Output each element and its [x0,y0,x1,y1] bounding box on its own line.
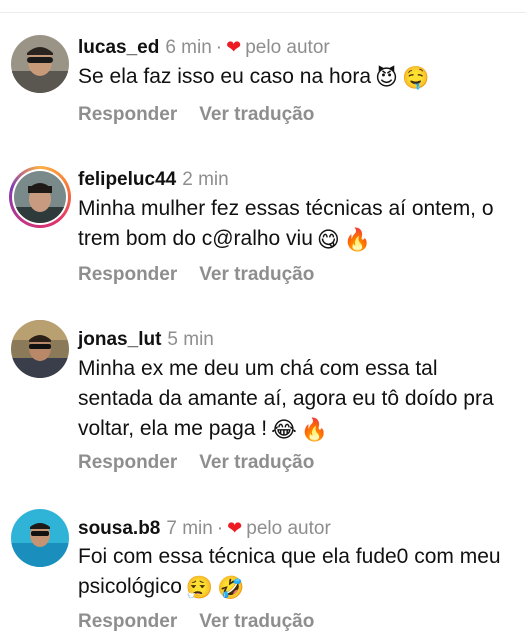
comment-time: 2 min [182,169,229,190]
see-translation-button[interactable]: Ver tradução [199,264,314,285]
heart-icon: ❤ [227,518,243,538]
fire-emoji-icon: 🔥 [300,417,329,442]
reply-button[interactable]: Responder [78,611,177,632]
exhaling-face-emoji-icon: 😮‍💨 [185,575,214,600]
avatar[interactable] [11,35,69,93]
avatar[interactable] [11,320,69,378]
username[interactable]: felipeluc44 [78,169,176,190]
comment-time: 6 min [165,37,212,58]
liked-by-author-label: pelo autor [245,37,330,58]
rolling-laughing-emoji-icon: 🤣 [217,575,245,600]
comment-text-block: Se ela faz isso eu caso na hora 😈 🤤 [78,62,518,92]
comment-text: Minha mulher fez essas técnicas aí ontem… [78,197,494,250]
heart-icon: ❤ [226,37,242,57]
story-ring[interactable] [9,166,71,228]
username[interactable]: lucas_ed [78,37,159,58]
avatar[interactable] [11,509,69,567]
avatar[interactable] [14,171,66,223]
see-translation-button[interactable]: Ver tradução [199,611,314,632]
drooling-face-emoji-icon: 🤤 [401,65,430,90]
liked-by-author-label: pelo autor [246,518,331,539]
comment-text-block: Minha mulher fez essas técnicas aí ontem… [78,194,518,254]
username[interactable]: jonas_lut [78,329,161,350]
comment-time: 5 min [167,329,214,350]
comment-text: Se ela faz isso eu caso na hora [78,65,372,88]
comment-text-block: Foi com essa técnica que ela fude0 com m… [78,542,518,602]
tears-of-joy-emoji-icon: 😂 [271,417,297,442]
comment-text: Foi com essa técnica que ela fude0 com m… [78,545,501,598]
see-translation-button[interactable]: Ver tradução [199,452,314,473]
separator-dot: · [216,518,224,539]
reply-button[interactable]: Responder [78,264,177,285]
reply-button[interactable]: Responder [78,452,177,473]
comment-time: 7 min [166,518,213,539]
reply-button[interactable]: Responder [78,104,177,125]
see-translation-button[interactable]: Ver tradução [199,104,314,125]
username[interactable]: sousa.b8 [78,518,160,539]
yum-face-emoji-icon: 😋 [316,227,340,252]
smiling-devil-emoji-icon: 😈 [375,65,398,90]
separator-dot: · [215,37,223,58]
top-divider [0,0,526,13]
fire-emoji-icon: 🔥 [343,227,372,252]
comment-text-block: Minha ex me deu um chá com essa tal sent… [78,354,518,444]
